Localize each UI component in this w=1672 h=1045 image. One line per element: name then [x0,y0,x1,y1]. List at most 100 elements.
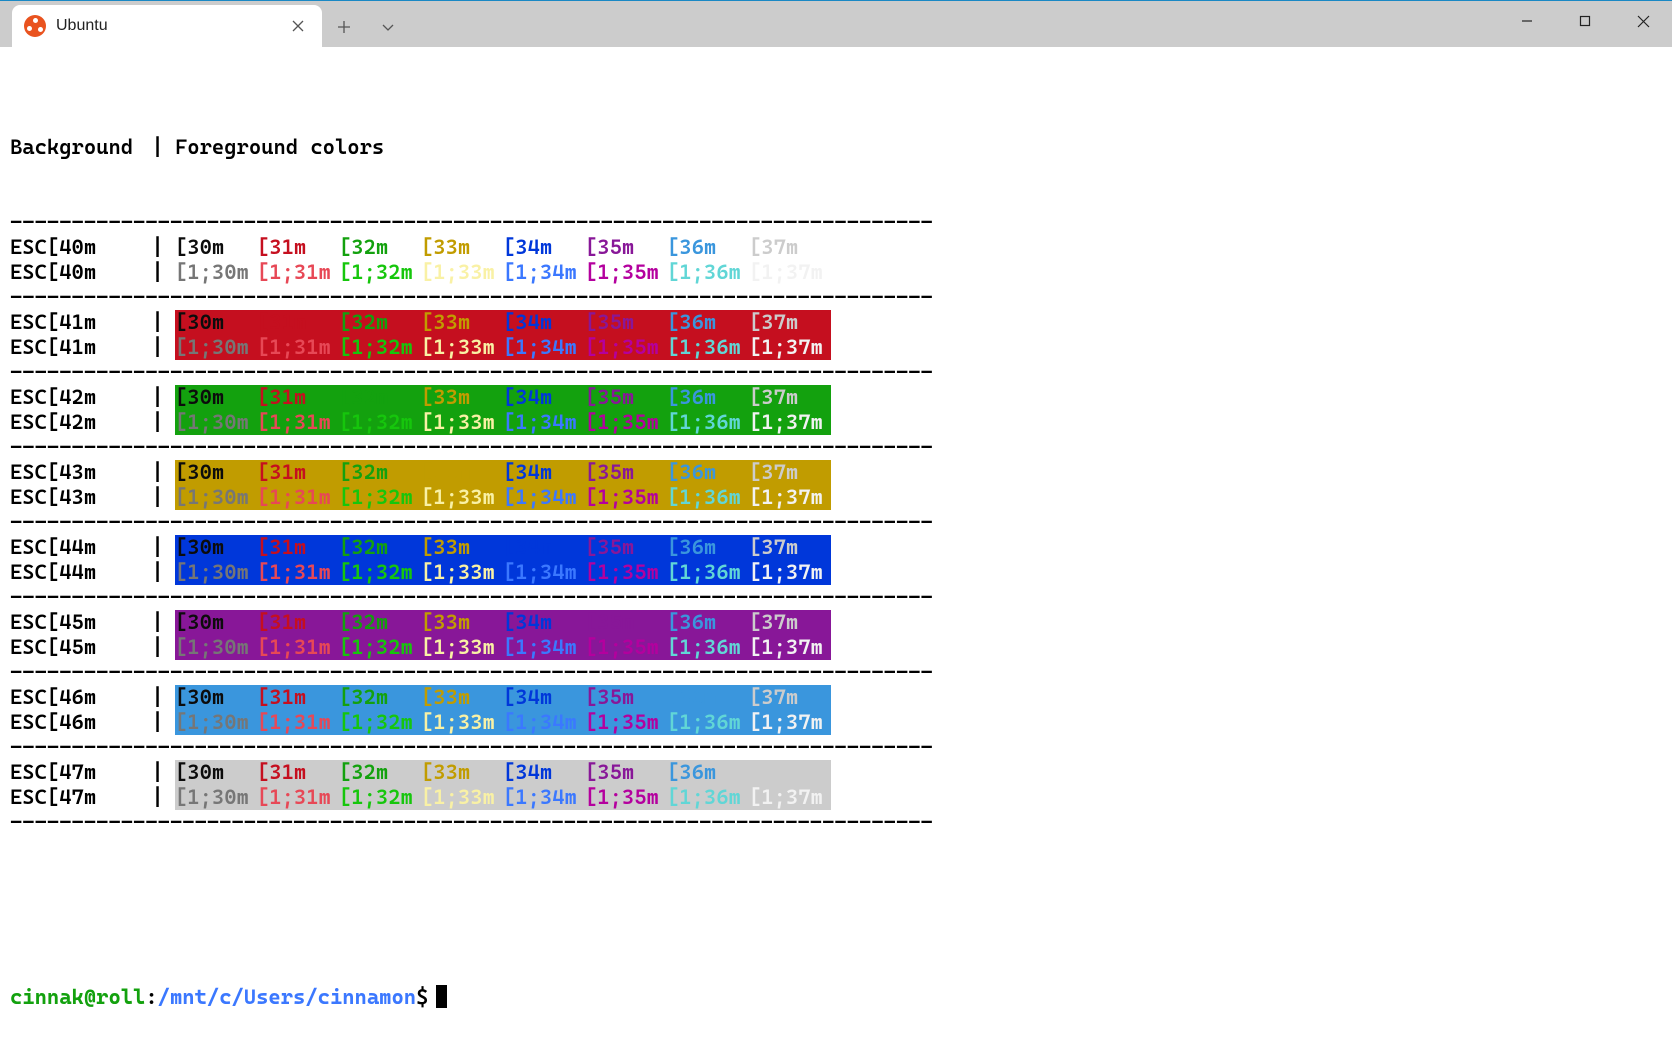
fg-sample: [1;34m [503,635,585,660]
cursor [436,985,447,1008]
close-window-button[interactable] [1614,1,1672,41]
fg-sample: [1;34m [503,485,585,510]
fg-sample: [33m [421,460,503,485]
fg-sample: [35m [585,685,667,710]
fg-sample: [1;34m [503,410,585,435]
fg-sample: [1;31m [257,260,339,285]
fg-sample: [1;36m [667,485,749,510]
fg-sample: [1;37m [749,635,831,660]
fg-sample: [1;36m [667,260,749,285]
fg-sample: [31m [257,760,339,785]
bg-swatch: [30m[31m[32m[33m[34m[35m[36m[37m [175,235,831,260]
bg-swatch: [30m[31m[32m[33m[34m[35m[36m[37m [175,685,831,710]
bg-swatch: [30m[31m[32m[33m[34m[35m[36m[37m [175,385,831,410]
fg-sample: [34m [503,535,585,560]
fg-sample: [1;30m [175,485,257,510]
tab-dropdown-button[interactable] [366,7,410,47]
row-pipe: | [140,535,175,560]
row-pipe: | [140,485,175,510]
color-row: ESC[46m|[30m[31m[32m[33m[34m[35m[36m[37m [10,685,1662,710]
minimize-button[interactable] [1498,1,1556,41]
fg-sample: [30m [175,460,257,485]
fg-sample: [31m [257,310,339,335]
fg-sample: [37m [749,760,831,785]
fg-sample: [32m [339,385,421,410]
fg-sample: [1;30m [175,635,257,660]
fg-sample: [36m [667,235,749,260]
color-row: ESC[45m|[1;30m[1;31m[1;32m[1;33m[1;34m[1… [10,635,1662,660]
fg-sample: [1;35m [585,335,667,360]
fg-sample: [1;33m [421,260,503,285]
fg-sample: [1;30m [175,560,257,585]
color-row: ESC[43m|[1;30m[1;31m[1;32m[1;33m[1;34m[1… [10,485,1662,510]
fg-sample: [1;34m [503,560,585,585]
row-pipe: | [140,635,175,660]
window-controls [1498,1,1672,41]
fg-sample: [1;31m [257,635,339,660]
fg-sample: [32m [339,460,421,485]
minimize-icon [1521,15,1533,27]
fg-sample: [31m [257,385,339,410]
fg-sample: [34m [503,310,585,335]
fg-sample: [1;36m [667,710,749,735]
fg-sample: [31m [257,235,339,260]
row-pipe: | [140,410,175,435]
fg-sample: [33m [421,760,503,785]
color-row: ESC[42m|[1;30m[1;31m[1;32m[1;33m[1;34m[1… [10,410,1662,435]
bg-swatch: [1;30m[1;31m[1;32m[1;33m[1;34m[1;35m[1;3… [175,710,831,735]
fg-sample: [31m [257,685,339,710]
fg-sample: [37m [749,235,831,260]
color-row: ESC[40m|[1;30m[1;31m[1;32m[1;33m[1;34m[1… [10,260,1662,285]
terminal-output[interactable]: Background|Foreground colors -----------… [0,47,1672,1045]
fg-sample: [1;30m [175,785,257,810]
separator-line: ----------------------------------------… [10,735,1662,760]
fg-sample: [1;37m [749,260,831,285]
row-pipe: | [140,260,175,285]
fg-sample: [1;31m [257,785,339,810]
row-pipe: | [140,335,175,360]
fg-sample: [36m [667,685,749,710]
fg-sample: [1;30m [175,335,257,360]
bg-swatch: [1;30m[1;31m[1;32m[1;33m[1;34m[1;35m[1;3… [175,485,831,510]
fg-sample: [34m [503,460,585,485]
row-pipe: | [140,685,175,710]
row-pipe: | [140,385,175,410]
color-row: ESC[45m|[30m[31m[32m[33m[34m[35m[36m[37m [10,610,1662,635]
fg-sample: [1;35m [585,410,667,435]
maximize-button[interactable] [1556,1,1614,41]
prompt-cwd: /mnt/c/Users/cinnamon [158,985,416,1010]
fg-sample: [34m [503,685,585,710]
bg-code-label: ESC[45m [10,610,140,635]
fg-sample: [1;37m [749,560,831,585]
bg-code-label: ESC[43m [10,460,140,485]
fg-sample: [1;34m [503,335,585,360]
bg-code-label: ESC[47m [10,760,140,785]
fg-sample: [1;33m [421,410,503,435]
chevron-down-icon [381,20,395,34]
separator-line: ----------------------------------------… [10,510,1662,535]
color-row: ESC[46m|[1;30m[1;31m[1;32m[1;33m[1;34m[1… [10,710,1662,735]
fg-sample: [35m [585,535,667,560]
fg-sample: [1;34m [503,710,585,735]
bg-code-label: ESC[40m [10,260,140,285]
new-tab-button[interactable] [322,7,366,47]
fg-sample: [1;33m [421,635,503,660]
fg-sample: [32m [339,610,421,635]
bg-code-label: ESC[42m [10,410,140,435]
fg-sample: [36m [667,535,749,560]
fg-sample: [31m [257,460,339,485]
fg-sample: [30m [175,535,257,560]
fg-sample: [1;33m [421,785,503,810]
fg-sample: [31m [257,610,339,635]
fg-sample: [1;31m [257,560,339,585]
fg-sample: [34m [503,760,585,785]
bg-swatch: [30m[31m[32m[33m[34m[35m[36m[37m [175,310,831,335]
fg-sample: [30m [175,385,257,410]
tab-ubuntu[interactable]: Ubuntu [12,5,322,47]
fg-sample: [1;36m [667,410,749,435]
fg-sample: [32m [339,235,421,260]
fg-sample: [1;35m [585,635,667,660]
fg-sample: [37m [749,385,831,410]
tab-close-button[interactable] [286,14,310,38]
row-pipe: | [140,785,175,810]
